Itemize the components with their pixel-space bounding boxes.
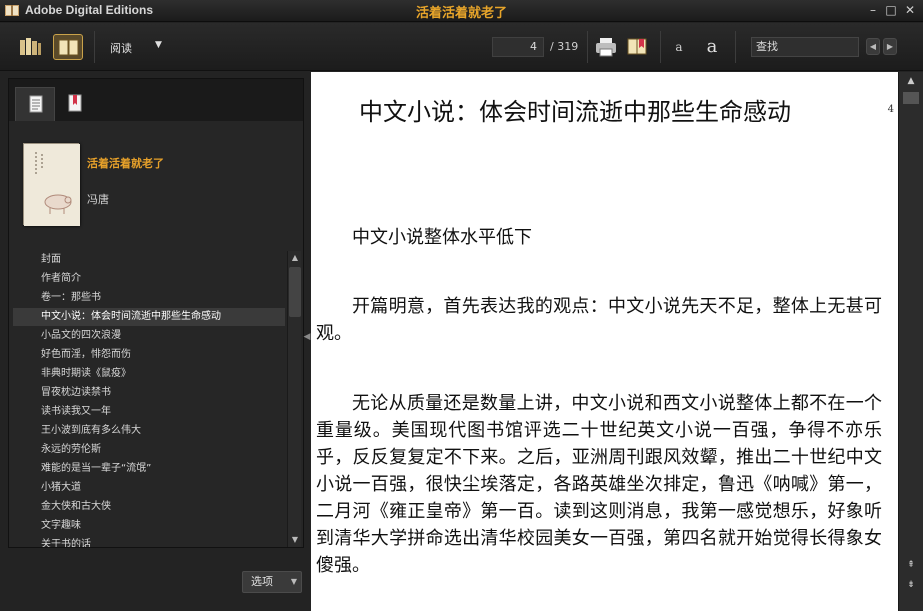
print-button[interactable] xyxy=(593,34,619,60)
scroll-up-icon[interactable]: ▲ xyxy=(289,251,301,265)
open-book-icon xyxy=(58,39,79,56)
chevron-down-icon[interactable]: ▼ xyxy=(155,40,162,50)
bookmark-book-icon xyxy=(627,38,647,55)
view-mode-menu[interactable]: 阅读 xyxy=(110,40,132,56)
toc-item[interactable]: 中文小说：体会时间流逝中那些生命感动 xyxy=(13,308,285,326)
toc-item[interactable]: 好色而淫，悱怨而伤 xyxy=(13,346,285,364)
toc-item[interactable]: 金大侠和古大侠 xyxy=(13,498,285,516)
chevron-down-icon: ▼ xyxy=(290,577,297,586)
minimize-button[interactable]: – xyxy=(864,2,882,19)
app-name: Adobe Digital Editions xyxy=(25,3,153,17)
font-larger-button[interactable]: a xyxy=(700,34,724,60)
bookmark-icon xyxy=(68,94,82,112)
toc-item[interactable]: 封面 xyxy=(13,251,285,269)
paragraph: 中文小说整体水平低下 xyxy=(352,227,532,248)
search-prev-button[interactable]: ◀ xyxy=(866,38,880,55)
printer-icon xyxy=(596,38,616,57)
options-label: 选项 xyxy=(251,575,273,588)
search-input[interactable]: 查找 xyxy=(751,37,859,57)
toc-item[interactable]: 小猪大道 xyxy=(13,479,285,497)
page-down-icon[interactable]: ⇟ xyxy=(902,578,920,592)
font-smaller-button[interactable]: a xyxy=(668,34,690,60)
tab-contents[interactable] xyxy=(15,87,55,121)
bookmark-button[interactable] xyxy=(624,34,650,60)
page-number-label: 4 xyxy=(887,104,894,115)
toolbar-divider xyxy=(660,31,661,63)
reading-pane: 中文小说：体会时间流逝中那些生命感动 4 中文小说整体水平低下 开篇明意，首先表… xyxy=(311,72,898,611)
toc-item[interactable]: 关于书的话 xyxy=(13,536,285,547)
scroll-up-icon[interactable]: ▲ xyxy=(902,74,920,88)
book-author: 冯唐 xyxy=(87,193,109,206)
library-panel: 活着活着就老了 冯唐 封面 作者简介 卷一：那些书 中文小说：体会时间流逝中那些生命感… xyxy=(8,78,304,548)
page-total: / 319 xyxy=(550,40,579,53)
book-cover[interactable] xyxy=(23,143,80,226)
table-of-contents: 封面 作者简介 卷一：那些书 中文小说：体会时间流逝中那些生命感动 小品文的四次浪漫 好色… xyxy=(13,251,285,547)
page-up-icon[interactable]: ⇞ xyxy=(902,558,920,572)
toc-item[interactable]: 作者简介 xyxy=(13,270,285,288)
chapter-heading: 中文小说：体会时间流逝中那些生命感动 xyxy=(359,98,791,126)
paragraph: 无论从质量还是数量上讲，中文小说和西文小说整体上都不在一个重量级。美国现代图书馆… xyxy=(316,393,882,576)
toc-item[interactable]: 小品文的四次浪漫 xyxy=(13,327,285,345)
toc-item[interactable]: 永远的劳伦斯 xyxy=(13,441,285,459)
toc-item[interactable]: 冒夜枕边读禁书 xyxy=(13,384,285,402)
scroll-thumb[interactable] xyxy=(289,267,301,317)
tab-bookmarks[interactable] xyxy=(55,87,95,121)
reading-view-button[interactable] xyxy=(53,34,83,60)
toc-item[interactable]: 难能的是当一辈子“流氓” xyxy=(13,460,285,478)
toc-scrollbar[interactable]: ▲ ▼ xyxy=(287,251,301,547)
panel-collapse-handle[interactable]: ◀ xyxy=(303,325,311,349)
reader-scrollbar[interactable]: ▲ ⇞ ⇟ xyxy=(898,72,923,611)
toc-item[interactable]: 非典时期读《鼠疫》 xyxy=(13,365,285,383)
library-view-button[interactable] xyxy=(15,34,45,60)
toc-item[interactable]: 卷一：那些书 xyxy=(13,289,285,307)
toc-item[interactable]: 读书读我又一年 xyxy=(13,403,285,421)
toolbar: 阅读 ▼ 4 / 319 a a 查找 ◀ ▶ xyxy=(0,23,923,71)
toc-item[interactable]: 文字趣味 xyxy=(13,517,285,535)
toolbar-divider xyxy=(735,31,736,63)
book-title: 活着活着就老了 xyxy=(87,157,164,170)
app-book-icon xyxy=(5,5,19,16)
app-window: Adobe Digital Editions 活着活着就老了 – □ ✕ 阅读 … xyxy=(0,0,923,611)
maximize-button[interactable]: □ xyxy=(882,2,900,19)
bookshelf-icon xyxy=(20,38,41,55)
contents-list-icon xyxy=(29,95,43,113)
page-number-input[interactable]: 4 xyxy=(492,37,544,57)
paragraph: 开篇明意，首先表达我的观点：中文小说先天不足，整体上无甚可观。 xyxy=(316,296,882,344)
search-next-button[interactable]: ▶ xyxy=(883,38,897,55)
title-bar: Adobe Digital Editions 活着活着就老了 – □ ✕ xyxy=(0,0,923,22)
scroll-down-icon[interactable]: ▼ xyxy=(289,533,301,547)
panel-tabs xyxy=(9,79,303,121)
toc-item[interactable]: 王小波到底有多么伟大 xyxy=(13,422,285,440)
options-button[interactable]: 选项 ▼ xyxy=(242,571,302,593)
scroll-thumb[interactable] xyxy=(903,92,919,104)
toolbar-divider xyxy=(587,31,588,63)
close-button[interactable]: ✕ xyxy=(901,2,919,19)
toolbar-divider xyxy=(94,31,95,63)
cover-image xyxy=(24,144,80,226)
